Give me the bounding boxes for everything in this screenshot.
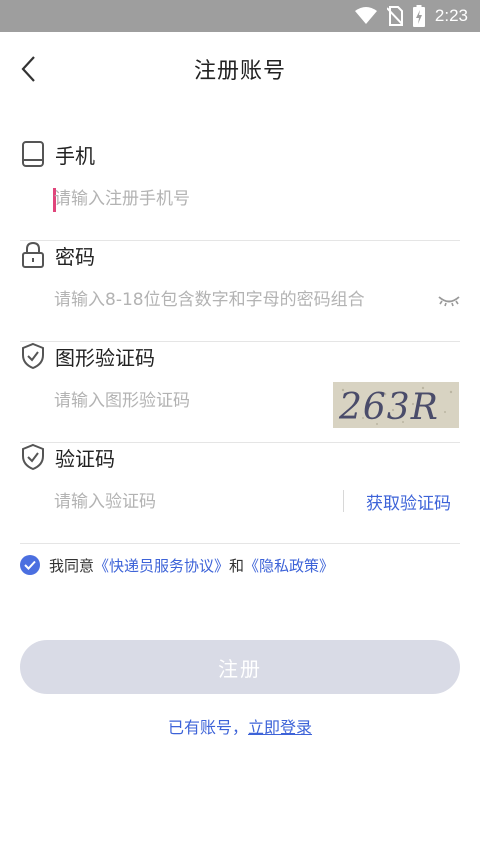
back-button[interactable] xyxy=(14,54,42,84)
password-label: 密码 xyxy=(55,244,95,269)
agreement-prefix: 我同意 xyxy=(49,556,95,575)
phone-field: 手机 xyxy=(20,140,460,241)
captcha-label-row: 图形验证码 xyxy=(20,342,155,370)
phone-icon xyxy=(20,140,46,168)
sms-code-input[interactable] xyxy=(54,487,324,517)
captcha-image[interactable]: 263R xyxy=(333,382,459,428)
agreement-conjunction: 和 xyxy=(229,556,245,575)
captcha-input[interactable] xyxy=(54,386,314,416)
login-prefix: 已有账号， xyxy=(167,718,248,737)
status-time: 2:23 xyxy=(434,6,468,25)
login-link[interactable]: 立即登录 xyxy=(248,714,312,738)
eye-closed-icon[interactable] xyxy=(438,293,460,309)
sms-label-row: 验证码 xyxy=(20,443,115,471)
shield-check-icon xyxy=(20,342,46,370)
sms-label: 验证码 xyxy=(55,446,115,471)
page-title: 注册账号 xyxy=(193,59,286,84)
password-field: 密码 xyxy=(20,241,460,342)
check-icon xyxy=(24,560,36,570)
service-agreement-link[interactable]: 《快递员服务协议》 xyxy=(94,555,229,576)
chevron-left-icon xyxy=(21,56,35,82)
captcha-field: 图形验证码 263R xyxy=(20,342,460,443)
privacy-policy-link[interactable]: 《隐私政策》 xyxy=(244,555,334,576)
no-sim-icon xyxy=(386,6,403,26)
login-row: 已有账号， 立即登录 xyxy=(0,714,480,738)
lock-icon xyxy=(20,241,46,269)
phone-input[interactable] xyxy=(54,184,434,214)
captcha-label: 图形验证码 xyxy=(55,345,155,370)
phone-label: 手机 xyxy=(55,143,95,168)
sms-code-field: 验证码 获取验证码 xyxy=(20,443,460,544)
password-input[interactable] xyxy=(54,285,414,315)
app-bar: 注册账号 xyxy=(0,32,480,106)
battery-icon xyxy=(412,5,425,27)
register-button[interactable]: 注册 xyxy=(20,640,460,694)
agreement-row: 我同意 《快递员服务协议》 和 《隐私政策》 xyxy=(20,553,334,577)
password-label-row: 密码 xyxy=(20,241,95,269)
get-sms-code-button[interactable]: 获取验证码 xyxy=(366,488,451,514)
status-bar: 2:23 xyxy=(0,0,480,32)
agreement-checkbox[interactable] xyxy=(20,555,40,575)
sms-divider xyxy=(343,490,344,512)
wifi-icon xyxy=(354,7,377,25)
phone-label-row: 手机 xyxy=(20,140,95,168)
shield-check-icon xyxy=(20,443,46,471)
captcha-text: 263R xyxy=(338,387,439,428)
